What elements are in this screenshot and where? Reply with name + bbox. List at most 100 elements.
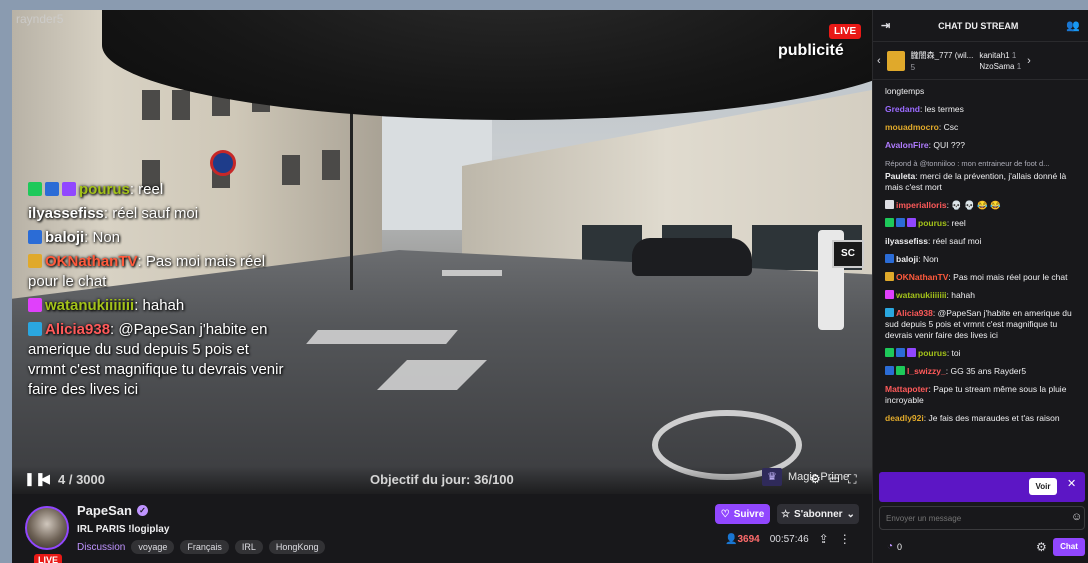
chat-username[interactable]: baloji <box>896 254 918 264</box>
crown-icon: ♛ <box>762 468 782 486</box>
viewer-goal-counter: 4 / 3000 <box>58 472 105 487</box>
overlay-chat-line: OKNathanTV: Pas moi mais réel pour le ch… <box>28 252 288 292</box>
chat-username[interactable]: mouadmocro <box>885 122 939 132</box>
video-player[interactable]: raynder5 LIVE publicité SC pourus: reel i… <box>12 10 872 494</box>
viewer-count: 👤3694 <box>725 533 760 545</box>
chat-message[interactable]: deadly92i: Je fais des maraudes et t'as … <box>885 413 1079 424</box>
chat-badge-icon <box>896 218 905 227</box>
chat-username[interactable]: watanukiiiiiii <box>896 290 947 300</box>
chat-username[interactable]: ilyassefiss <box>885 236 928 246</box>
chat-username[interactable]: Alicia938 <box>896 308 933 318</box>
close-icon[interactable]: ✕ <box>1067 477 1076 490</box>
player-icons: ⚙ ▭ ⛶ <box>810 472 857 487</box>
gift-icon <box>886 50 905 71</box>
share-icon[interactable]: ⇪ <box>819 532 829 546</box>
chat-message[interactable]: Mattapoter: Pape tu stream même sous la … <box>885 384 1079 406</box>
chat-badge-icon <box>907 218 916 227</box>
channel-points[interactable]: ◔ 0 <box>887 541 902 552</box>
chat-message[interactable]: watanukiiiiiii: hahah <box>885 290 1079 301</box>
tag-chip[interactable]: IRL <box>234 540 263 554</box>
chat-username[interactable]: AvalonFire <box>885 140 929 150</box>
chat-message[interactable]: baloji: Non <box>885 254 1079 265</box>
chat-message[interactable]: l_swizzy_: GG 35 ans Rayder5 <box>885 366 1079 377</box>
chat-send-button[interactable]: Chat <box>1053 538 1085 556</box>
chat-message[interactable]: imperialloris: 💀 💀 😂 😂 <box>885 200 1079 211</box>
more-options-icon[interactable]: ⋮ <box>839 532 851 546</box>
channel-points-icon: ◔ <box>887 541 894 552</box>
chat-username[interactable]: pourus <box>918 348 947 358</box>
chat-badge-icon <box>907 348 916 357</box>
channel-name[interactable]: PapeSan <box>77 503 132 518</box>
chat-message[interactable]: Répond à @tonniiloo : mon entraineur de … <box>885 158 1079 193</box>
avatar[interactable] <box>25 506 69 550</box>
chat-message[interactable]: mouadmocro: Csc <box>885 122 1079 133</box>
overlay-chat-user: ilyassefiss <box>28 205 104 222</box>
chat-badge-icon <box>885 200 894 209</box>
stream-page: raynder5 LIVE publicité SC pourus: reel i… <box>12 10 1088 563</box>
overlay-chat-user: watanukiiiiiii <box>45 297 135 314</box>
chat-username[interactable]: deadly92i <box>885 413 924 423</box>
overlay-chat-line: baloji: Non <box>28 228 288 248</box>
chat-panel: ⇥ CHAT DU STREAM 👥 ‹ 朧闇森_777 (wil... 5 k… <box>872 10 1088 563</box>
gift-leaderboard: ‹ 朧闇森_777 (wil... 5 kanitah1 1 NzoSama 1… <box>873 42 1088 80</box>
video-controls: ❚❚ ◀ 4 / 3000 Objectif du jour: 36/100 ♛… <box>12 466 872 494</box>
verified-icon: ✓ <box>136 505 148 516</box>
chat-footer: ◔ 0 ⚙ Chat <box>873 534 1088 560</box>
subscribe-label: S'abonner <box>794 508 843 520</box>
daily-goal: Objectif du jour: 36/100 <box>370 472 514 487</box>
emote-icon[interactable]: ☺ <box>1071 511 1082 523</box>
overlay-chat-line: Alicia938: @PapeSan j'habite en amerique… <box>28 320 288 400</box>
overlay-chat-text: : Non <box>84 229 121 246</box>
chevron-left-icon[interactable]: ‹ <box>877 55 881 67</box>
chat-settings-icon[interactable]: ⚙ <box>1036 540 1047 554</box>
collapse-chat-icon[interactable]: ⇥ <box>881 19 890 32</box>
video-pole <box>350 90 353 290</box>
chat-message[interactable]: AvalonFire: QUI ??? <box>885 140 1079 151</box>
category-link[interactable]: Discussion <box>77 542 125 553</box>
community-icon[interactable]: 👥 <box>1066 19 1080 32</box>
chat-username[interactable]: Pauleta <box>885 171 915 181</box>
video-car <box>632 238 752 276</box>
fullscreen-icon[interactable]: ⛶ <box>848 472 856 487</box>
chat-message[interactable]: OKNathanTV: Pas moi mais réel pour le ch… <box>885 272 1079 283</box>
follow-button[interactable]: ♡ Suivre <box>715 504 770 524</box>
chat-input[interactable] <box>879 506 1085 530</box>
chat-text: GG 35 ans Rayder5 <box>950 366 1027 376</box>
chat-username[interactable]: OKNathanTV <box>896 272 948 282</box>
chevron-right-icon[interactable]: › <box>1027 55 1031 67</box>
chat-badge-icon <box>28 182 42 196</box>
chat-message[interactable]: pourus: toi <box>885 348 1079 359</box>
chat-username[interactable]: imperialloris <box>896 200 947 210</box>
theater-icon[interactable]: ▭ <box>829 472 840 487</box>
chat-username[interactable]: l_swizzy_ <box>907 366 946 376</box>
voir-button[interactable]: Voir <box>1029 478 1057 495</box>
chat-message[interactable]: pourus: reel <box>885 218 1079 229</box>
chat-badge-icon <box>896 366 905 375</box>
subscribe-button[interactable]: ☆ S'abonner ⌄ <box>777 504 859 524</box>
chat-text: longtemps <box>885 86 925 96</box>
chevron-down-icon: ⌄ <box>846 508 855 520</box>
chat-text: Csc <box>943 122 959 132</box>
chat-text: Non <box>922 254 939 264</box>
chat-message[interactable]: longtemps <box>885 86 1079 97</box>
chat-message[interactable]: ilyassefiss: réel sauf moi <box>885 236 1079 247</box>
chat-badge-icon <box>896 348 905 357</box>
chat-username[interactable]: Gredand <box>885 104 920 114</box>
chat-badge-icon <box>45 182 59 196</box>
settings-icon[interactable]: ⚙ <box>810 472 821 487</box>
overlay-chat-user: pourus <box>79 181 130 198</box>
chat-username[interactable]: pourus <box>918 218 947 228</box>
chat-badge-icon <box>885 254 894 263</box>
tag-chip[interactable]: voyage <box>131 540 175 554</box>
no-parking-sign <box>210 150 236 176</box>
stream-uptime: 00:57:46 <box>769 533 809 545</box>
tag-chip[interactable]: Français <box>180 540 229 554</box>
gift-leader-1: 朧闇森_777 (wil... 5 <box>910 50 974 72</box>
volume-icon[interactable]: ◀ <box>40 471 50 487</box>
chat-message[interactable]: Alicia938: @PapeSan j'habite en amerique… <box>885 308 1079 341</box>
chat-username[interactable]: Mattapoter <box>885 384 928 394</box>
follow-label: Suivre <box>733 508 765 520</box>
chat-badge-icon <box>885 348 894 357</box>
chat-message[interactable]: Gredand: les termes <box>885 104 1079 115</box>
tag-chip[interactable]: HongKong <box>268 540 326 554</box>
